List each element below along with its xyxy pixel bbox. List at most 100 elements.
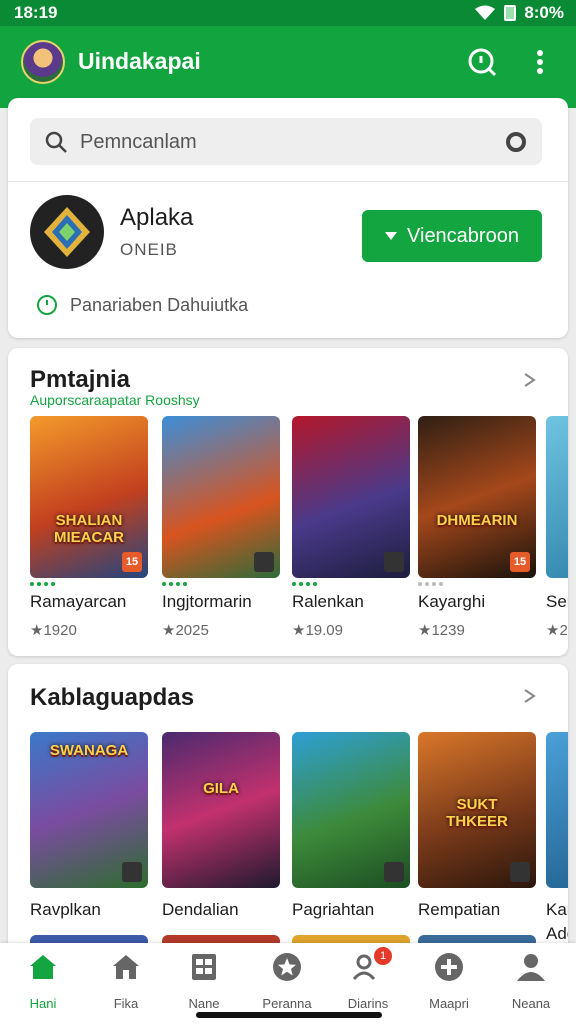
game-art [546, 732, 568, 888]
game-name: Ravplkan [30, 900, 101, 919]
game-name: Dendalian [162, 900, 239, 919]
nav-label: Diarins [347, 996, 389, 1011]
game-logo-text: SUKT THKEER [446, 796, 508, 830]
nav-label: Fika [113, 996, 139, 1011]
game-rating: ★19.09 [292, 622, 343, 639]
list-item[interactable]: Ralenkan ★19.09 [292, 416, 410, 639]
mic-icon[interactable] [504, 130, 528, 154]
rating-badge [254, 552, 274, 572]
game-rating: ★1920 [30, 622, 77, 639]
game-name: Rempatian [418, 900, 501, 919]
rating-badge [384, 862, 404, 882]
app-bar: Uindakapai [0, 26, 576, 108]
game-art: GILA [162, 732, 280, 888]
game-name: Kan [546, 900, 568, 919]
info-text: Panariaben Dahuiutka [70, 294, 249, 315]
list-item[interactable]: DHMEARIN 15 Kayarghi ★1239 [418, 416, 536, 639]
home-indicator[interactable] [196, 1012, 382, 1018]
chevron-right-icon[interactable] [522, 372, 538, 388]
game-rating: ★1239 [418, 622, 465, 639]
game-name: Pagriahtan [292, 900, 375, 919]
section-title: Kablaguapdas [30, 684, 195, 711]
clock-icon [37, 295, 57, 315]
game-art: SUKT THKEER [418, 732, 536, 888]
notification-badge: 1 [374, 947, 392, 965]
nav-item-add[interactable]: Maapri [413, 951, 485, 1011]
game-rating: ★20 [546, 622, 568, 639]
game-art: DHMEARIN 15 [418, 416, 536, 578]
game-art [162, 416, 280, 578]
nav-item-people[interactable]: 1 Diarins [332, 947, 404, 1011]
rating-badge [510, 862, 530, 882]
rating-badge [384, 552, 404, 572]
game-name-peek: Ade [546, 924, 568, 943]
status-bar: 18:19 8:0% [0, 0, 576, 26]
list-item[interactable]: Ingjtormarin ★2025 [162, 416, 280, 639]
rating-badge [122, 862, 142, 882]
grid-icon [192, 954, 216, 980]
game-art: SWANAGA [30, 732, 148, 888]
game-logo-text: SHALIAN MIEACAR [54, 512, 124, 546]
list-item[interactable]: Pagriahtan [292, 732, 410, 920]
section-subtitle: Auporscaraapatar Rooshsy [30, 392, 200, 408]
game-logo-icon [44, 207, 90, 257]
divider [8, 181, 568, 182]
game-name: Ralenkan [292, 592, 364, 611]
game-art: SHALIAN MIEACAR 15 [30, 416, 148, 578]
game-logo-text: DHMEARIN [436, 512, 518, 529]
game-art [546, 416, 568, 578]
game-art [292, 416, 410, 578]
nav-label: Hani [29, 996, 57, 1011]
list-item[interactable]: GILA Dendalian [162, 732, 280, 920]
list-item[interactable]: Sem ★20 [546, 416, 568, 639]
game-logo-text: SWANAGA [49, 742, 129, 759]
list-item[interactable]: SWANAGA Ravplkan [30, 732, 148, 920]
nav-label: Nane [188, 996, 220, 1011]
game-rating: ★2025 [162, 622, 209, 639]
add-icon [435, 953, 463, 981]
nav-item-star[interactable]: Peranna [251, 951, 323, 1011]
nav-item-grid[interactable]: Nane [168, 951, 240, 1011]
search-placeholder: Pemncanlam [80, 131, 197, 153]
rating-badge: 15 [510, 552, 530, 572]
game-name: Ingjtormarin [162, 592, 252, 611]
section-title: Pmtajnia [30, 366, 131, 393]
info-row: Panariaben Dahuiutka [36, 294, 248, 316]
app-logo [30, 195, 104, 269]
nav-label: Neana [511, 996, 551, 1011]
game-art [292, 732, 410, 888]
chevron-down-icon [385, 232, 398, 240]
header-card: Pemncanlam Aplaka ONEIB Viencabroon Pana… [8, 98, 568, 338]
store-icon [113, 955, 139, 979]
chevron-right-icon[interactable] [522, 688, 538, 704]
battery-level: 8:0% [524, 3, 564, 22]
list-item[interactable]: SUKT THKEER Rempatian [418, 732, 536, 920]
more-icon[interactable] [524, 46, 556, 78]
install-label: Viencabroon [407, 224, 519, 247]
profile-icon [517, 954, 545, 981]
app-title: Uindakapai [78, 48, 201, 74]
search-icon[interactable] [466, 46, 498, 78]
game-logo-text: GILA [203, 780, 239, 797]
install-button[interactable]: Viencabroon [362, 210, 542, 262]
battery-icon [504, 5, 517, 21]
wifi-icon [475, 5, 496, 20]
app-name: Aplaka [120, 204, 194, 231]
search-icon [45, 131, 67, 153]
search-input[interactable]: Pemncanlam [30, 118, 542, 165]
avatar[interactable] [21, 40, 65, 84]
status-time: 18:19 [14, 3, 58, 22]
rating-badge: 15 [122, 552, 142, 572]
section-card: Kablaguapdas SWANAGA Ravplkan GILA Denda… [8, 664, 568, 954]
nav-item-home[interactable]: Hani [7, 951, 79, 1011]
game-name: Ramayarcan [30, 592, 127, 611]
nav-label: Peranna [262, 996, 312, 1011]
nav-item-store[interactable]: Fika [90, 951, 162, 1011]
game-name: Kayarghi [418, 592, 486, 611]
list-item[interactable]: SHALIAN MIEACAR 15 Ramayarcan ★1920 [30, 416, 148, 639]
nav-item-profile[interactable]: Neana [495, 951, 567, 1011]
game-name: Sem [546, 592, 568, 611]
list-item[interactable]: Kan Ade [546, 732, 568, 944]
nav-label: Maapri [429, 996, 469, 1011]
star-icon [273, 953, 301, 981]
